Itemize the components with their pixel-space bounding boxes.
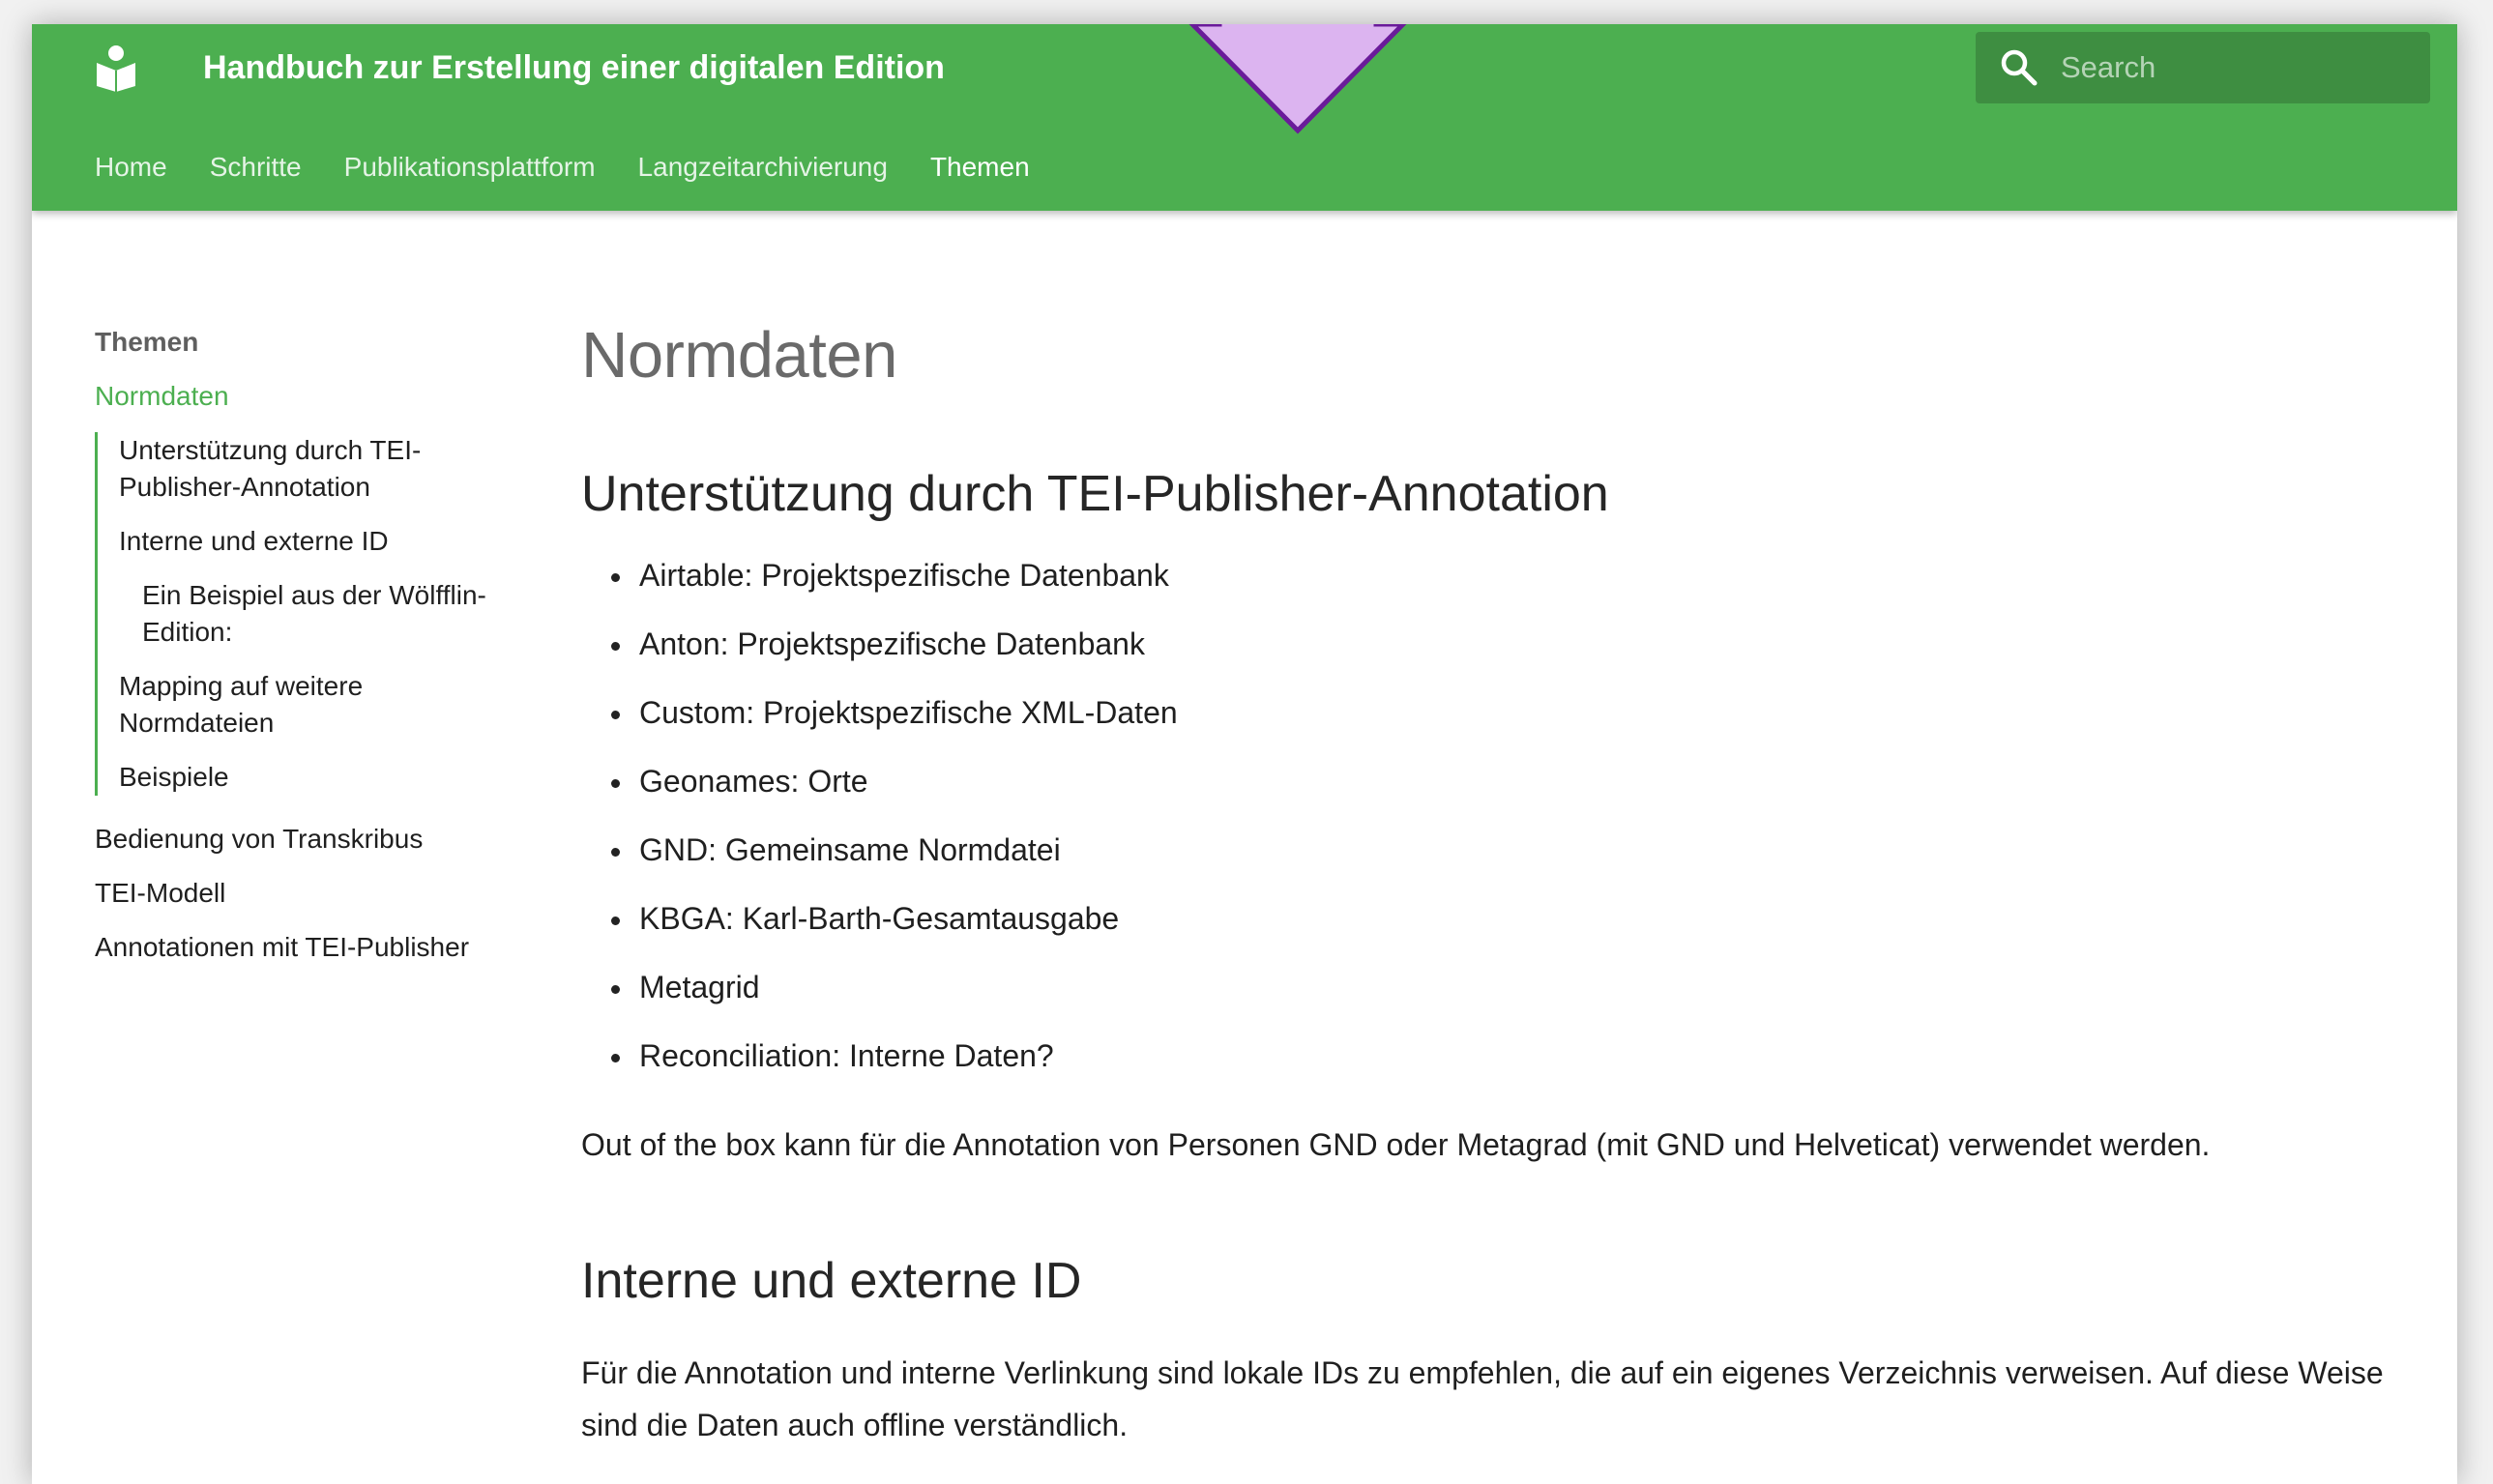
toc-item-woelfflin-beispiel[interactable]: Ein Beispiel aus der Wölfflin-Edition: (119, 577, 511, 651)
toc-item-interne-externe-id[interactable]: Interne und externe ID (119, 523, 511, 560)
sidebar-item-normdaten[interactable]: Normdaten (95, 378, 511, 415)
list-item: Geonames: Orte (581, 760, 2423, 803)
tabs: Home Schritte Publikationsplattform Langzei… (95, 148, 1072, 187)
list-item: Metagrid (581, 966, 2423, 1009)
toc-item-beispiele[interactable]: Beispiele (119, 759, 511, 796)
page-title: Normdaten (581, 319, 897, 392)
site-title[interactable]: Handbuch zur Erstellung einer digitalen … (203, 24, 945, 111)
search-input[interactable] (2061, 32, 2409, 103)
tab-home[interactable]: Home (95, 148, 167, 187)
tab-themen[interactable]: Themen (930, 148, 1030, 187)
search-box[interactable] (1976, 32, 2430, 103)
sidebar-item-annotationen[interactable]: Annotationen mit TEI-Publisher (95, 929, 511, 966)
list-item: Anton: Projektspezifische Datenbank (581, 623, 2423, 666)
down-arrow-icon (1188, 24, 1407, 134)
list-item: Custom: Projektspezifische XML-Daten (581, 691, 2423, 735)
magnifier-icon[interactable] (1999, 47, 2039, 88)
sidebar: Themen Normdaten Unterstützung durch TEI… (95, 324, 511, 983)
page: Handbuch zur Erstellung einer digitalen … (32, 24, 2457, 1484)
sidebar-item-transkribus[interactable]: Bedienung von Transkribus (95, 821, 511, 858)
list-item: Airtable: Projektspezifische Datenbank (581, 554, 2423, 597)
paragraph-lokale-ids: Für die Annotation und interne Verlinkun… (581, 1355, 2384, 1442)
tab-schritte[interactable]: Schritte (210, 148, 302, 187)
tab-langzeitarchivierung[interactable]: Langzeitarchivierung (638, 148, 888, 187)
list-item: Reconciliation: Interne Daten? (581, 1034, 2423, 1078)
tab-publikationsplattform[interactable]: Publikationsplattform (344, 148, 596, 187)
paragraph-out-of-the-box: Out of the box kann für die Annotation v… (581, 1127, 2211, 1162)
sidebar-item-tei-modell[interactable]: TEI-Modell (95, 875, 511, 912)
section-heading-interne-externe-id: Interne und externe ID (581, 1253, 1082, 1309)
main-content: Normdaten Unterstützung durch TEI-Publis… (581, 314, 2423, 1451)
table-of-contents: Unterstützung durch TEI-Publisher-Annota… (95, 432, 511, 796)
list-item: KBGA: Karl-Barth-Gesamtausgabe (581, 897, 2423, 941)
list-item: GND: Gemeinsame Normdatei (581, 829, 2423, 872)
book-reader-icon[interactable] (95, 44, 137, 92)
section-heading-unterstuetzung: Unterstützung durch TEI-Publisher-Annota… (581, 466, 1609, 522)
toc-item-unterstuetzung[interactable]: Unterstützung durch TEI-Publisher-Annota… (119, 432, 511, 506)
bullet-list: Airtable: Projektspezifische Datenbank A… (581, 554, 2423, 1078)
toc-item-mapping[interactable]: Mapping auf weitere Normdateien (119, 668, 511, 742)
sidebar-heading: Themen (95, 327, 199, 357)
